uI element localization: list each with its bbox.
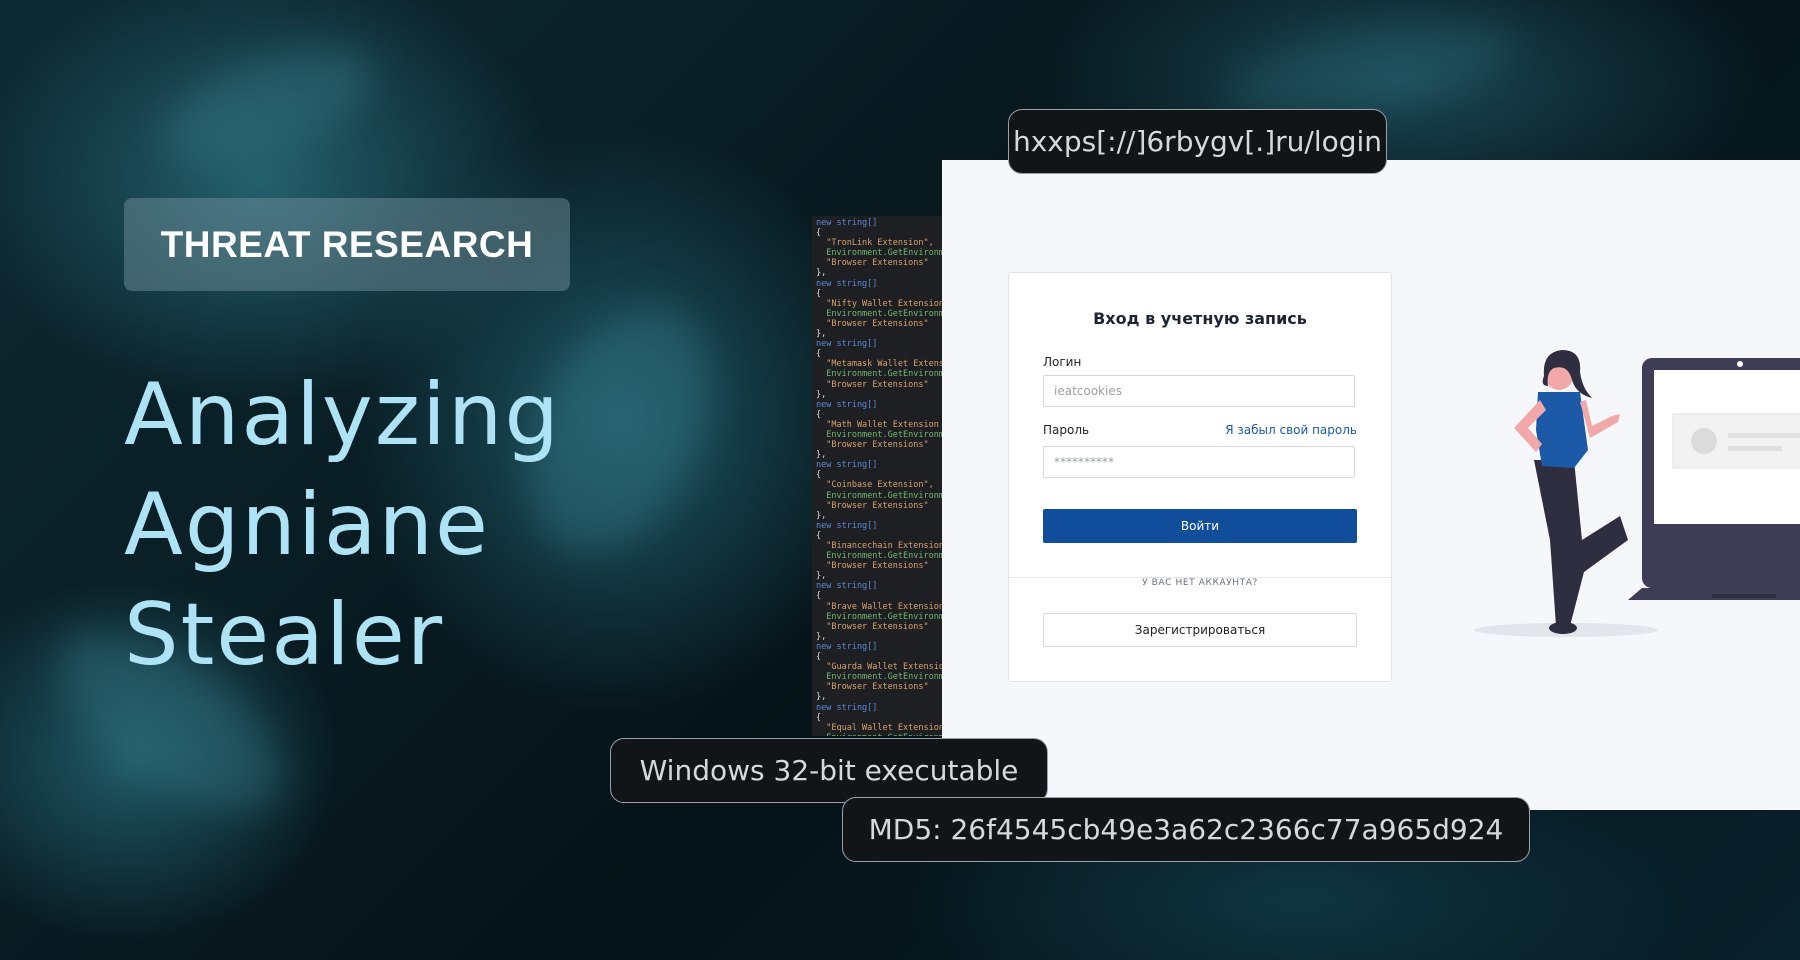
code-env-line: Environment.GetEnvironme <box>816 733 942 736</box>
woman-arm-right-shape <box>1580 400 1620 438</box>
register-button[interactable]: Зарегистрироваться <box>1043 613 1357 647</box>
code-env-line: Environment.GetEnvironme <box>816 611 942 622</box>
code-brace-line: }, <box>816 510 827 521</box>
code-keyword-line: new string[] <box>816 702 878 713</box>
code-keyword-line: new string[] <box>816 581 878 592</box>
code-string-line: "Browser Extensions" <box>816 500 929 511</box>
code-string-line: "Equal Wallet Extension <box>816 722 942 733</box>
code-brace-line: { <box>816 349 822 360</box>
code-brace-line: { <box>816 530 822 541</box>
md5-callout-text: MD5: 26f4545cb49e3a62c2366c77a965d924 <box>868 813 1504 846</box>
code-env-line: Environment.GetEnvironme <box>816 429 942 440</box>
code-env-line: Environment.GetEnvironme <box>816 369 942 380</box>
code-string-line: "Nifty Wallet Extension <box>816 298 942 309</box>
code-brace-line: { <box>816 288 822 299</box>
no-account-text: У ВАС НЕТ АККАУНТА? <box>1134 578 1266 588</box>
code-env-line: Environment.GetEnvironme <box>816 672 942 683</box>
code-string-line: "Coinbase Extension", <box>816 480 934 491</box>
code-string-line: "Browser Extensions" <box>816 682 929 693</box>
login-title: Вход в учетную запись <box>1093 309 1307 328</box>
code-env-line: Environment.GetEnvironme <box>816 248 942 259</box>
password-input[interactable]: ********** <box>1043 446 1355 478</box>
woman-legs-shape <box>1534 460 1628 626</box>
code-string-line: "Browser Extensions" <box>816 561 929 572</box>
category-badge-label: THREAT RESEARCH <box>160 223 534 265</box>
headline-line: Stealer <box>124 585 445 685</box>
code-string-line: "Browser Extensions" <box>816 258 929 269</box>
laptop-touchpad-shape <box>1712 594 1776 598</box>
woman-shirt-shape <box>1536 392 1588 468</box>
code-string-line: "Guarda Wallet Extensio <box>816 662 942 673</box>
code-keyword-line: new string[] <box>816 460 878 471</box>
code-string-line: "Binancechain Extension <box>816 541 942 551</box>
code-keyword-line: new string[] <box>816 641 878 652</box>
password-label: Пароль <box>1043 423 1090 437</box>
headline-line: Analyzing <box>124 365 561 465</box>
code-brace-line: { <box>816 652 822 663</box>
code-string-line: "Browser Extensions" <box>816 318 929 329</box>
file-type-callout: Windows 32-bit executable <box>610 738 1048 803</box>
code-brace-line: { <box>816 409 822 420</box>
text-placeholder-shape <box>1728 433 1800 438</box>
sign-in-button[interactable]: Войти <box>1043 509 1357 543</box>
code-brace-line: }, <box>816 692 827 703</box>
code-brace-line: }, <box>816 450 827 461</box>
md5-callout: MD5: 26f4545cb49e3a62c2366c77a965d924 <box>842 797 1530 862</box>
code-brace-line: }, <box>816 329 827 340</box>
code-brace-line: }, <box>816 389 827 400</box>
code-env-line: Environment.GetEnvironme <box>816 308 942 319</box>
code-brace-line: { <box>816 228 822 239</box>
code-string-line: "Math Wallet Extension <box>816 419 939 430</box>
code-brace-line: { <box>816 712 822 723</box>
code-keyword-line: new string[] <box>816 218 878 228</box>
code-keyword-line: new string[] <box>816 278 878 289</box>
code-keyword-line: new string[] <box>816 520 878 531</box>
code-string-line: "Browser Extensions" <box>816 379 929 390</box>
text-placeholder-shape <box>1728 446 1782 451</box>
code-brace-line: }, <box>816 571 827 582</box>
woman-shoe-shape <box>1549 622 1577 634</box>
code-brace-line: { <box>816 470 822 481</box>
no-account-divider: У ВАС НЕТ АККАУНТА? <box>1009 570 1391 589</box>
headline-line: Agniane <box>124 475 490 575</box>
url-callout: hxxps[://]6rbygv[.]ru/login <box>1008 109 1387 174</box>
login-label: Логин <box>1043 355 1082 369</box>
code-string-line: "Browser Extensions" <box>816 621 929 632</box>
code-brace-line: }, <box>816 631 827 642</box>
code-keyword-line: new string[] <box>816 339 878 350</box>
code-env-line: Environment.GetEnvironme <box>816 551 942 562</box>
code-brace-line: }, <box>816 268 827 279</box>
code-string-line: "Browser Extensions" <box>816 440 929 451</box>
category-badge: THREAT RESEARCH <box>124 198 570 291</box>
avatar-placeholder-shape <box>1691 428 1717 454</box>
url-callout-text: hxxps[://]6rbygv[.]ru/login <box>1012 125 1383 158</box>
phishing-login-page: Вход в учетную запись Логин ieatcookies … <box>942 160 1800 810</box>
code-string-line: "Metamask Wallet Extens <box>816 359 942 370</box>
forgot-password-link[interactable]: Я забыл свой пароль <box>1225 423 1357 437</box>
login-card: Вход в учетную запись Логин ieatcookies … <box>1008 272 1392 682</box>
code-brace-line: { <box>816 591 822 602</box>
code-env-line: Environment.GetEnvironme <box>816 490 942 501</box>
code-string-line: "TronLink Extension", <box>816 238 934 249</box>
code-string-line: "Brave Wallet Extension <box>816 601 942 612</box>
file-type-callout-text: Windows 32-bit executable <box>639 754 1019 787</box>
code-snippet: new string[]{ "TronLink Extension", Envi… <box>812 216 942 736</box>
login-input[interactable]: ieatcookies <box>1043 375 1355 407</box>
headline: Analyzing Agniane Stealer <box>124 360 644 690</box>
laptop-camera-shape <box>1737 361 1743 367</box>
woman-laptop-illustration <box>1474 350 1800 637</box>
code-keyword-line: new string[] <box>816 399 878 410</box>
